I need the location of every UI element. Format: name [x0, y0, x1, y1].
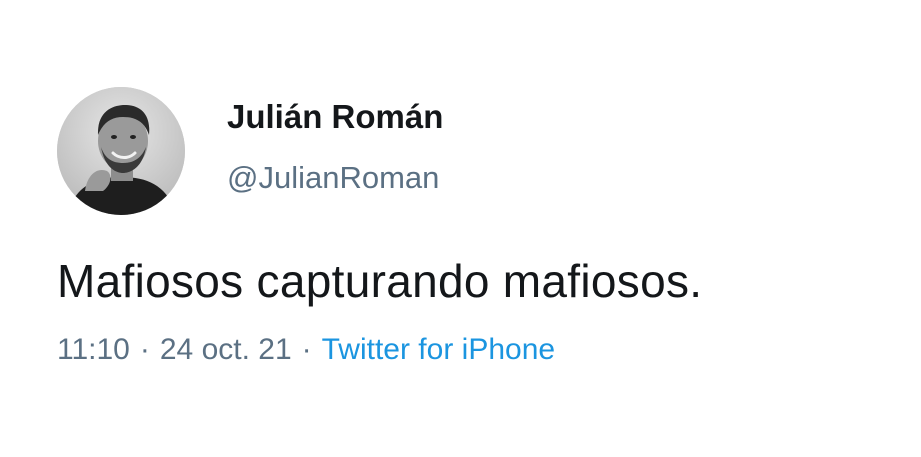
- tweet-text: Mafiosos capturando mafiosos.: [57, 255, 703, 307]
- tweet-card: Julián Román @JulianRoman Mafiosos captu…: [0, 0, 921, 457]
- author-display-name[interactable]: Julián Román: [227, 98, 443, 136]
- tweet-source-link[interactable]: Twitter for iPhone: [322, 333, 555, 367]
- author-avatar[interactable]: [57, 87, 185, 215]
- author-handle[interactable]: @JulianRoman: [227, 160, 439, 196]
- profile-photo-icon: [57, 87, 185, 215]
- meta-separator: ·: [301, 333, 312, 366]
- meta-separator: ·: [139, 333, 150, 366]
- tweet-date[interactable]: 24 oct. 21: [160, 333, 292, 367]
- tweet-metadata: 11:10 · 24 oct. 21 · Twitter for iPhone: [57, 333, 555, 367]
- tweet-time[interactable]: 11:10: [57, 333, 130, 367]
